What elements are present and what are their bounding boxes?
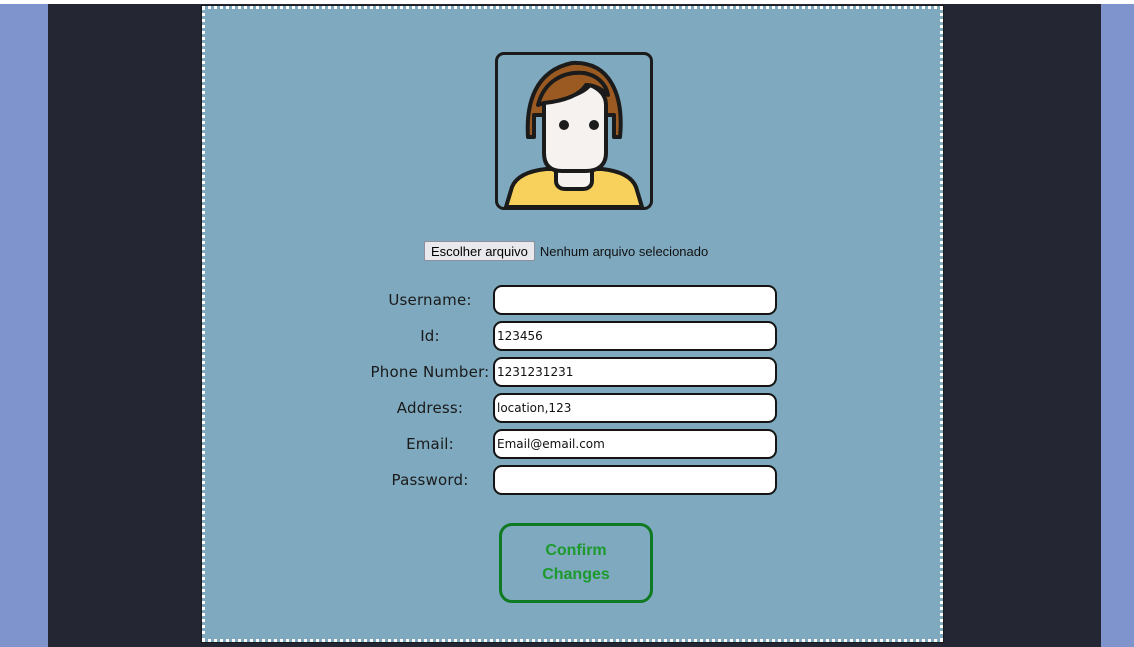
username-label: Username: <box>388 291 472 309</box>
address-input[interactable] <box>493 393 777 423</box>
email-input[interactable] <box>493 429 777 459</box>
phone-number-input[interactable] <box>493 357 777 387</box>
address-label: Address: <box>396 399 464 417</box>
id-label: Id: <box>420 327 440 345</box>
form-row-password: Password: <box>365 464 785 496</box>
password-label: Password: <box>391 471 469 489</box>
password-input[interactable] <box>493 465 777 495</box>
form-row-username: Username: <box>365 284 785 316</box>
form-row-phone: Phone Number: <box>365 356 785 388</box>
form-row-id: Id: <box>365 320 785 352</box>
profile-edit-panel: Escolher arquivo Nenhum arquivo selecion… <box>201 5 944 643</box>
file-status-text: Nenhum arquivo selecionado <box>539 243 709 259</box>
phone-number-label: Phone Number: <box>370 363 490 381</box>
browser-viewport: Escolher arquivo Nenhum arquivo selecion… <box>0 0 1134 647</box>
form-row-email: Email: <box>365 428 785 460</box>
profile-picture <box>495 52 653 210</box>
email-label: Email: <box>406 435 454 453</box>
id-input[interactable] <box>493 321 777 351</box>
choose-file-button[interactable]: Escolher arquivo <box>424 241 535 261</box>
user-avatar-icon <box>504 60 644 207</box>
file-upload: Escolher arquivo Nenhum arquivo selecion… <box>424 240 708 262</box>
form-row-address: Address: <box>365 392 785 424</box>
confirm-changes-button[interactable]: Confirm Changes <box>499 523 653 603</box>
username-input[interactable] <box>493 285 777 315</box>
